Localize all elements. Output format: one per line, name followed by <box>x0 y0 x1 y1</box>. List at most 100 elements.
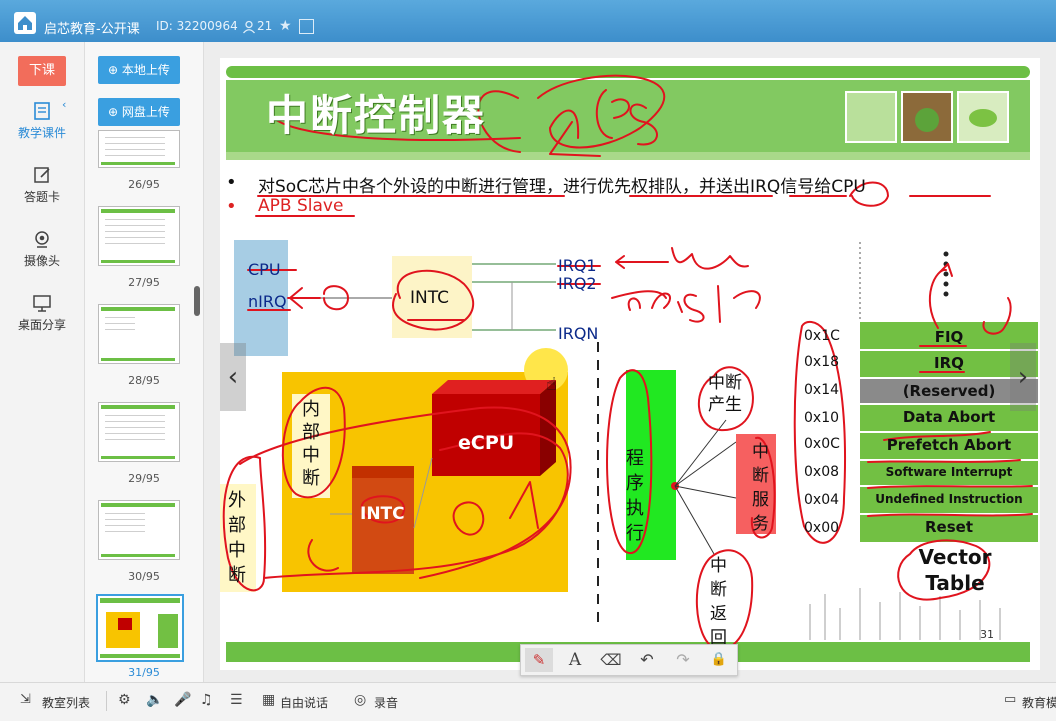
vector-reset: Reset <box>925 518 973 536</box>
tool-answer-card-label: 答题卡 <box>23 190 60 204</box>
classroom-list-icon: ⇲ <box>20 692 31 707</box>
vector-software-interrupt: Software Interrupt <box>885 465 1013 479</box>
answer-card-icon <box>32 166 52 184</box>
title-bar: 启芯教育-公开课 ID: 32200964 21 ★ <box>0 0 1056 42</box>
free-talk-icon: ▦ <box>262 692 276 708</box>
irq1-label: IRQ1 <box>558 256 597 275</box>
leaf-icon <box>969 109 997 127</box>
star-icon[interactable]: ★ <box>279 18 292 34</box>
thumbnail-scrollbar[interactable] <box>194 286 200 316</box>
end-class-button[interactable]: 下课 <box>18 56 66 86</box>
header-photo-1 <box>845 91 897 143</box>
thumbnail-30[interactable] <box>98 500 180 560</box>
thumbnail-label-current: 31/95 <box>128 666 160 679</box>
upload-cloud-button[interactable]: ⊕ 网盘上传 <box>98 98 180 126</box>
external-int-label: 外部中断 <box>228 490 246 586</box>
irqn-label: IRQN <box>558 324 599 343</box>
thumbnail-29[interactable] <box>98 402 180 462</box>
slide-title: 中断控制器 <box>266 91 487 140</box>
vector-undefined-instruction: Undefined Instruction <box>875 492 1023 506</box>
upload-cloud-icon: ⊕ <box>108 105 122 119</box>
thumbnail-label: 30/95 <box>128 570 160 583</box>
thumbnail-label: 29/95 <box>128 472 160 485</box>
bullet-dot-1: • <box>226 172 237 193</box>
music-icon[interactable]: ♫ <box>200 692 213 708</box>
tool-camera[interactable]: 摄像头 <box>0 230 84 269</box>
address-3: 0x10 <box>804 410 840 426</box>
text-tool-icon[interactable]: A <box>561 648 589 672</box>
user-count: 21 <box>257 19 273 33</box>
microphone-icon[interactable]: 🎤 <box>174 692 191 708</box>
intc-label: INTC <box>410 288 449 308</box>
free-talk-button[interactable]: 自由说话 <box>280 694 328 711</box>
education-icon: ▭ <box>1004 692 1017 707</box>
upload-local-label: 本地上传 <box>121 63 170 77</box>
next-slide-button[interactable]: › <box>1010 343 1036 411</box>
upload-local-icon: ⊕ <box>108 63 122 77</box>
window-icon[interactable] <box>299 19 314 34</box>
education-mode-button[interactable]: 教育模 <box>1022 694 1056 711</box>
bullet-1: 对SoC芯片中各个外设的中断进行管理，进行优先权排队，并送出IRQ信号给CPU <box>258 177 866 197</box>
home-icon[interactable] <box>14 12 36 34</box>
screen-share-icon <box>32 294 52 312</box>
record-icon: ◎ <box>354 692 367 708</box>
camera-icon <box>32 230 52 248</box>
irq2-label: IRQ2 <box>558 274 597 293</box>
prev-slide-button[interactable]: ‹ <box>220 343 246 411</box>
pen-tool-icon[interactable]: ✎ <box>525 648 553 672</box>
tool-courseware-label: 教学课件 <box>17 126 66 140</box>
address-4: 0x0C <box>804 436 840 452</box>
collapse-icon[interactable]: ‹ <box>62 98 66 111</box>
tool-screen-share[interactable]: 桌面分享 <box>0 294 84 333</box>
slide-canvas: 中断控制器 • 对SoC芯片中各个外设的中断进行管理，进行优先权排队，并送出IR… <box>220 58 1040 670</box>
undo-icon[interactable]: ↶ <box>633 648 661 672</box>
vector-table-caption: Vector Table <box>918 545 992 595</box>
settings-icon[interactable]: ⚙ <box>118 692 131 708</box>
thumbnail-26[interactable] <box>98 130 180 168</box>
lock-icon[interactable]: 🔒 <box>705 648 733 672</box>
tool-answer-card[interactable]: 答题卡 <box>0 166 84 205</box>
speaker-icon[interactable]: 🔈 <box>146 692 163 708</box>
cpu-label: CPU <box>248 260 281 279</box>
internal-int-label: 内部中断 <box>302 399 320 489</box>
thumbnail-label: 26/95 <box>128 178 160 191</box>
classroom-list-button[interactable]: 教室列表 <box>42 694 90 711</box>
ecpu-label: eCPU <box>458 432 515 454</box>
intc-inner-label: INTC <box>360 504 405 524</box>
record-button[interactable]: 录音 <box>374 694 398 711</box>
bullet-dot-2: • <box>226 196 237 217</box>
address-6: 0x04 <box>804 492 840 508</box>
slide-page-number: 31 <box>980 628 994 641</box>
tool-camera-label: 摄像头 <box>23 254 60 268</box>
courseware-icon <box>32 102 52 120</box>
nirq-label: nIRQ <box>248 292 287 311</box>
intc-inner-block <box>352 478 414 574</box>
room-id: ID: 32200964 <box>156 19 238 33</box>
eraser-tool-icon[interactable]: ⌫ <box>597 648 625 672</box>
thumbnail-column: ⊕ 本地上传 ⊕ 网盘上传 26/95 27/95 28/95 29/95 30… <box>85 42 204 682</box>
int-occur-label: 中断产生 <box>708 373 742 415</box>
redo-icon[interactable]: ↷ <box>669 648 697 672</box>
thumbnail-28[interactable] <box>98 304 180 364</box>
address-7: 0x00 <box>804 520 840 536</box>
thumbnail-label: 28/95 <box>128 374 160 387</box>
address-5: 0x08 <box>804 464 840 480</box>
header-bottom-stripe <box>226 152 1030 160</box>
int-service-label: 中断服务 <box>752 442 769 534</box>
chevron-right-icon: › <box>1017 362 1029 392</box>
bullet-2: APB Slave <box>258 196 344 216</box>
annotation-toolbar: ✎ A ⌫ ↶ ↷ 🔒 <box>520 644 738 676</box>
vector-prefetch-abort: Prefetch Abort <box>886 436 1012 454</box>
tool-courseware[interactable]: 教学课件 <box>0 102 84 141</box>
thumbnail-27[interactable] <box>98 206 180 266</box>
bottom-bar: ⇲ 教室列表 ⚙ 🔈 🎤 ♫ ☰ ▦ 自由说话 ◎ 录音 ▭ 教育模 <box>0 682 1056 721</box>
thumbnail-label: 27/95 <box>128 276 160 289</box>
thumbnail-31-selected[interactable] <box>96 594 184 662</box>
left-tool-column: 下课 教学课件 ‹ 答题卡 摄像头 桌面分享 <box>0 42 85 682</box>
equalizer-icon[interactable]: ☰ <box>230 692 243 708</box>
upload-local-button[interactable]: ⊕ 本地上传 <box>98 56 180 84</box>
app-title: 启芯教育-公开课 <box>44 22 140 37</box>
program-exec-label: 程序执行 <box>626 448 644 544</box>
divider <box>106 691 107 711</box>
user-icon <box>242 19 256 34</box>
